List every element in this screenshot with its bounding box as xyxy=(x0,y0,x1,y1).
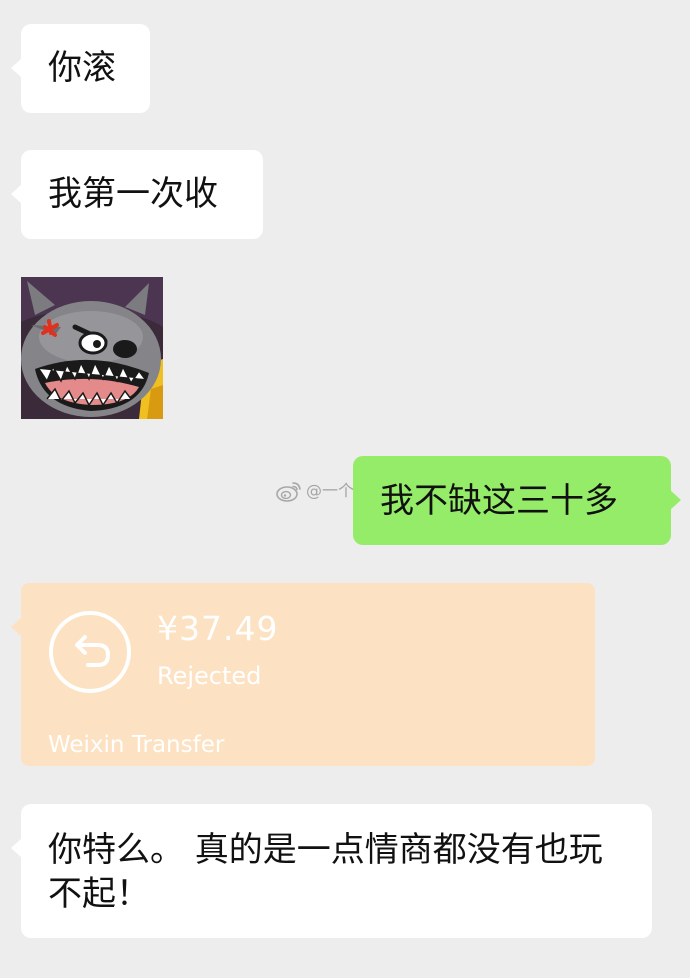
transfer-footer-label: Weixin Transfer xyxy=(48,732,225,758)
message-bubble-incoming[interactable]: 你特么。 真的是一点情商都没有也玩不起！ xyxy=(11,804,652,938)
angry-wolf-sticker-icon xyxy=(21,277,163,419)
message-text: 你特么。 真的是一点情商都没有也玩不起！ xyxy=(48,830,603,914)
message-bubble-incoming[interactable]: 你滚 xyxy=(11,24,150,113)
transfer-status: Rejected xyxy=(157,662,262,690)
message-text: 我不缺这三十多 xyxy=(380,481,618,521)
transfer-amount: ¥37.49 xyxy=(157,609,279,648)
return-arrow-icon xyxy=(48,610,132,694)
transfer-card[interactable]: ¥37.49 Rejected Weixin Transfer xyxy=(11,583,595,766)
sticker-message[interactable] xyxy=(21,277,163,419)
weibo-icon xyxy=(276,480,302,502)
message-bubble-incoming[interactable]: 我第一次收 xyxy=(11,150,263,239)
message-text: 你滚 xyxy=(48,48,116,88)
message-bubble-outgoing[interactable]: 我不缺这三十多 xyxy=(353,456,681,545)
message-text: 我第一次收 xyxy=(48,174,218,214)
chat-area: 你滚 我第一次收 @一个帽子 我不缺这三十多 ¥37.49 Rejected W… xyxy=(0,0,690,978)
